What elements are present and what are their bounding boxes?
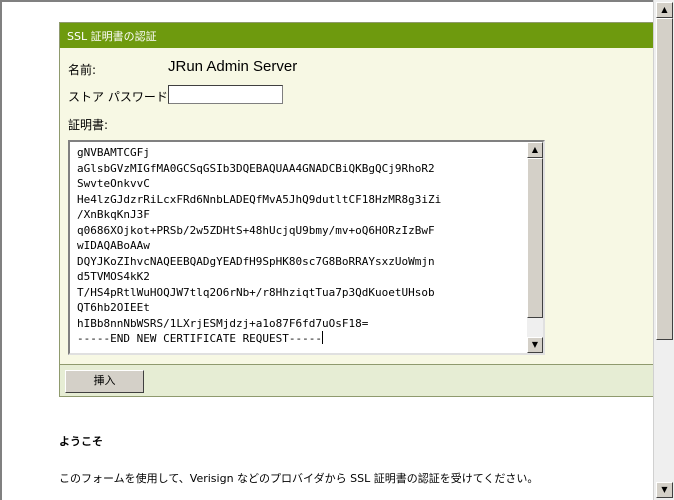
insert-button[interactable]: 挿入	[65, 370, 144, 393]
certificate-label: 証明書:	[68, 118, 109, 132]
certificate-scrollbar[interactable]: ▲ ▼	[527, 142, 543, 353]
certificate-line: /XnBkqKnJ3F	[77, 208, 150, 221]
up-arrow-icon[interactable]: ▲	[527, 142, 543, 158]
page-scrollbar[interactable]: ▲ ▼	[653, 0, 674, 500]
store-password-field[interactable]	[168, 85, 283, 104]
certificate-line: T/HS4pRtlWuHOQJW7tlq2O6rNb+/r8HhziqtTua7…	[77, 285, 435, 299]
down-arrow-icon[interactable]: ▼	[527, 337, 543, 353]
certificate-line: wIDAQABoAAw	[77, 239, 150, 252]
certificate-line: d5TVMOS4kK2	[77, 270, 150, 283]
store-password-label: ストア パスワード:	[68, 90, 172, 104]
scrollbar-thumb[interactable]	[527, 158, 543, 318]
browser-viewport: SSL 証明書の認証 名前: JRun Admin Server ストア パスワ…	[0, 0, 653, 500]
certificate-line: DQYJKoZIhvcNAQEEBQADgYEADfH9SpHK80sc7G8B…	[77, 254, 435, 268]
certificate-line: QT6hb2OIEEt	[77, 301, 150, 314]
ssl-certificate-panel: SSL 証明書の認証 名前: JRun Admin Server ストア パスワ…	[59, 22, 653, 397]
panel-title: SSL 証明書の認証	[60, 23, 653, 48]
panel-footer: 挿入	[60, 364, 653, 396]
welcome-heading: ようこそ	[59, 435, 103, 448]
certificate-line: aGlsbGVzMIGfMA0GCSqGSIb3DQEBAQUAA4GNADCB…	[77, 161, 435, 175]
certificate-line: hIBb8nnNbWSRS/1LXrjESMjdzj+a1o87F6fd7uOs…	[77, 316, 369, 330]
certificate-textarea[interactable]: gNVBAMTCGFj aGlsbGVzMIGfMA0GCSqGSIb3DQEBA…	[68, 140, 545, 355]
certificate-line: SwvteOnkvvC	[77, 177, 150, 190]
certificate-line: He4lzGJdzrRiLcxFRd6NnbLADEQfMvA5JhQ9dutl…	[77, 192, 442, 206]
certificate-line: -----END NEW CERTIFICATE REQUEST-----	[77, 331, 324, 345]
welcome-description: このフォームを使用して、Verisign などのプロバイダから SSL 証明書の…	[59, 472, 539, 485]
page-scrollbar-thumb[interactable]	[656, 18, 673, 340]
certificate-line: q0686XOjkot+PRSb/2w5ZDHtS+48hUcjqU9bmy/m…	[77, 223, 435, 237]
certificate-text[interactable]: gNVBAMTCGFj aGlsbGVzMIGfMA0GCSqGSIb3DQEBA…	[70, 142, 529, 353]
name-label: 名前:	[68, 63, 97, 77]
text-caret	[322, 331, 324, 344]
name-value: JRun Admin Server	[168, 58, 298, 75]
certificate-line: gNVBAMTCGFj	[77, 146, 150, 159]
up-arrow-icon[interactable]: ▲	[656, 2, 673, 18]
down-arrow-icon[interactable]: ▼	[656, 482, 673, 498]
